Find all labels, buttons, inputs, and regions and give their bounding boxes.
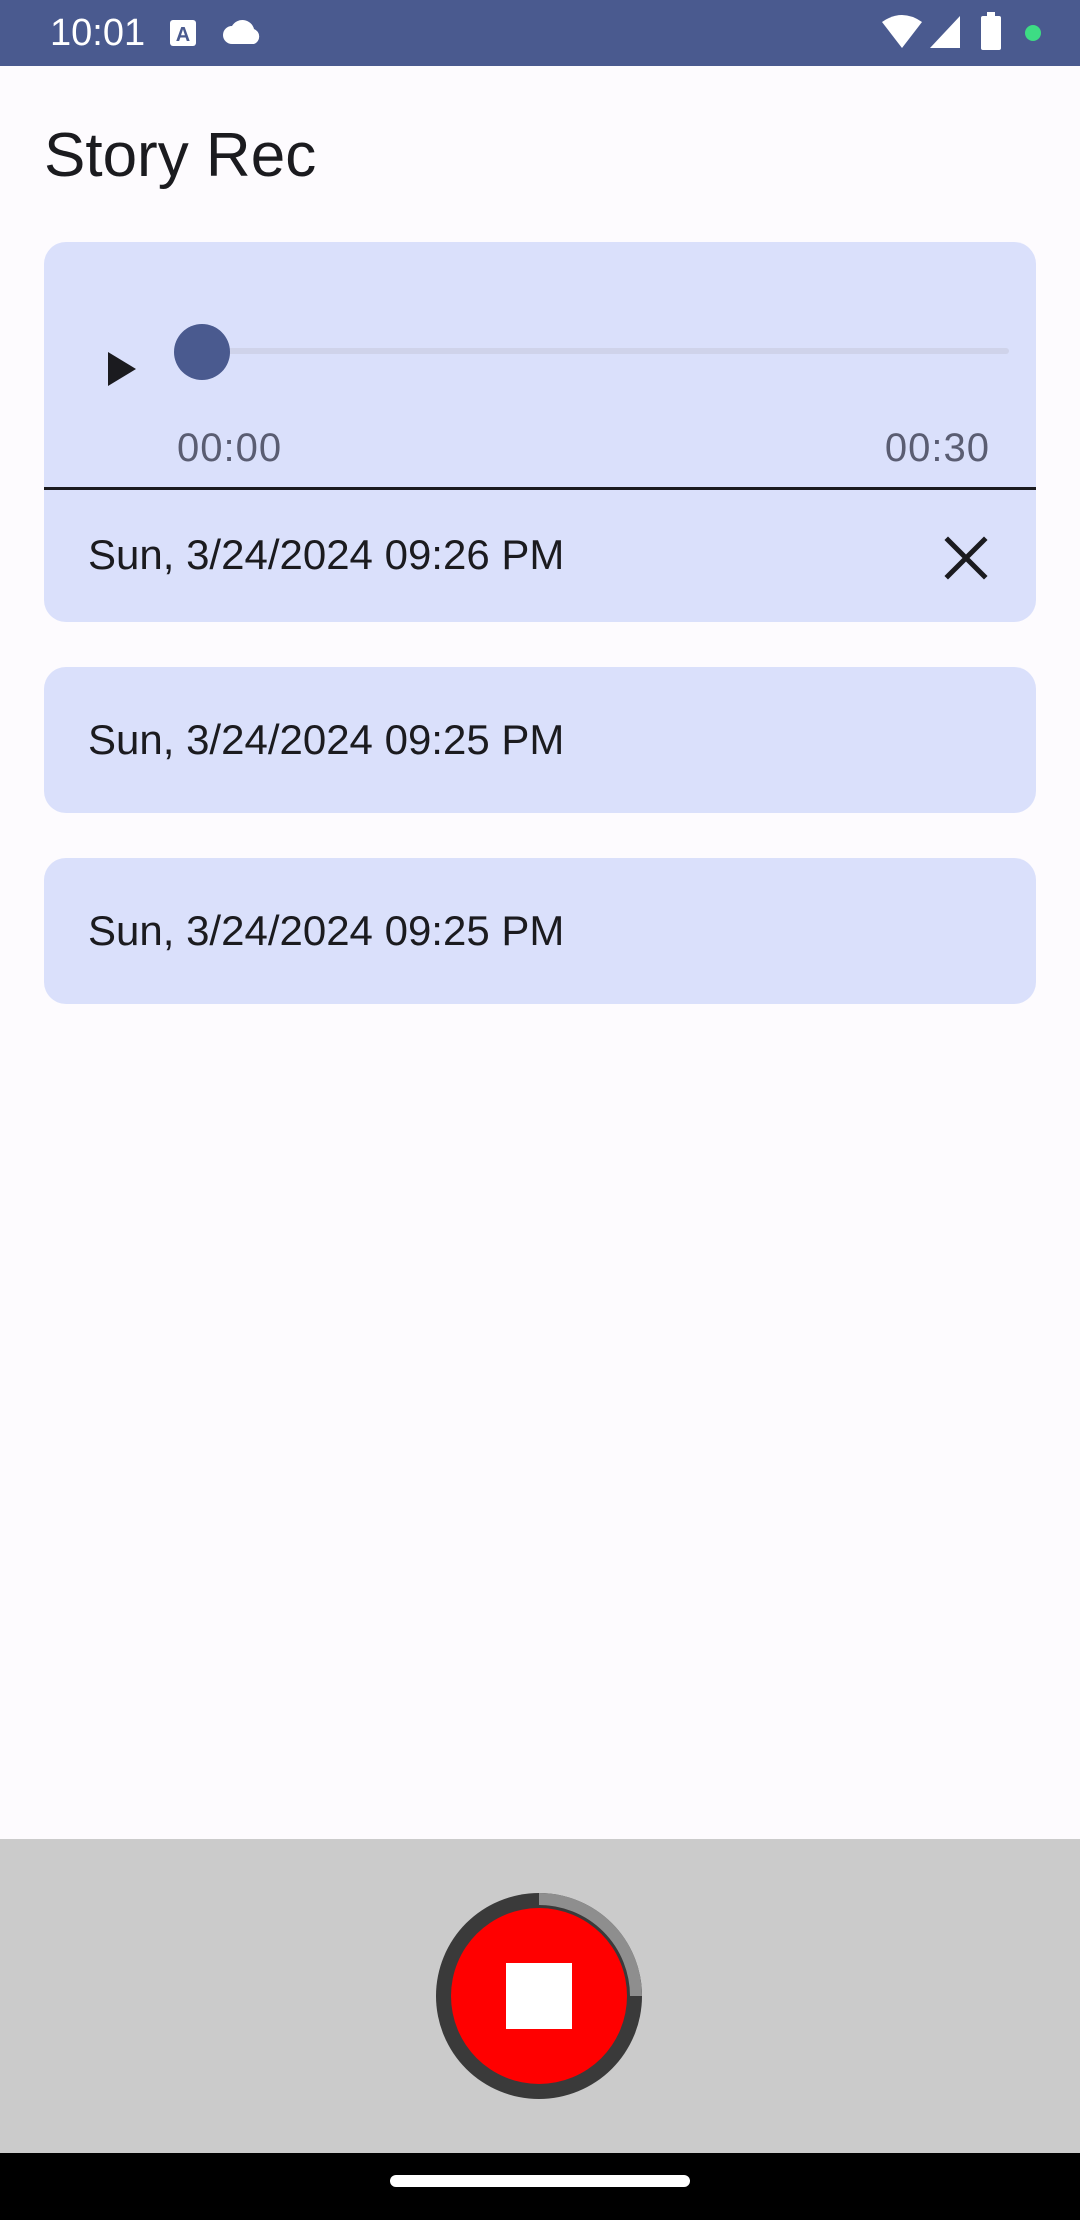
play-button[interactable]	[84, 334, 154, 404]
close-icon	[944, 536, 988, 580]
recording-label: Sun, 3/24/2024 09:25 PM	[88, 907, 565, 954]
stop-icon	[506, 1963, 572, 2029]
home-handle[interactable]	[390, 2175, 690, 2187]
stop-record-button[interactable]	[436, 1893, 642, 2099]
page-title: Story Rec	[44, 121, 317, 190]
audio-player: 00:00 00:30	[44, 242, 1036, 488]
duration-time: 00:30	[884, 426, 990, 470]
play-icon	[108, 352, 136, 386]
svg-text:A: A	[176, 24, 190, 46]
close-button[interactable]	[940, 532, 992, 584]
recording-item[interactable]: Sun, 3/24/2024 09:25 PM	[44, 667, 1036, 813]
signal-icon	[928, 14, 962, 55]
status-time: 10:01	[50, 12, 146, 54]
divider	[44, 487, 1036, 490]
current-time: 00:00	[177, 426, 283, 470]
seek-thumb[interactable]	[174, 324, 230, 380]
recording-item-expanded[interactable]: 00:00 00:30 Sun, 3/24/2024 09:26 PM	[44, 242, 1036, 622]
recording-label: Sun, 3/24/2024 09:25 PM	[88, 716, 565, 763]
cloud-icon	[222, 18, 264, 51]
status-bar: 10:01 A	[0, 0, 1080, 66]
battery-icon	[980, 12, 1002, 55]
a-text-icon: A	[168, 18, 198, 53]
recording-label: Sun, 3/24/2024 09:26 PM	[88, 531, 565, 578]
recording-item[interactable]: Sun, 3/24/2024 09:25 PM	[44, 858, 1036, 1004]
seek-slider[interactable]	[199, 348, 1009, 354]
dot-icon	[1024, 24, 1042, 47]
wifi-icon	[880, 14, 924, 55]
